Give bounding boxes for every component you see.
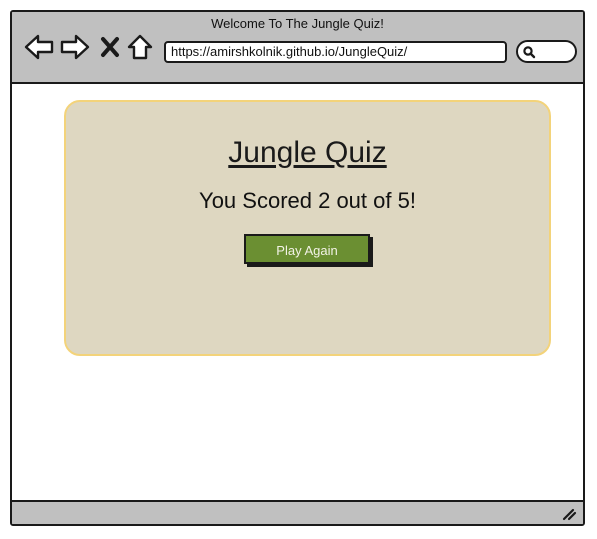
close-icon[interactable] [100, 33, 120, 61]
quiz-result-card: Jungle Quiz You Scored 2 out of 5! Play … [64, 100, 551, 356]
page-title: Jungle Quiz [228, 136, 387, 169]
play-again-button[interactable]: Play Again [244, 234, 370, 264]
url-input[interactable]: https://amirshkolnik.github.io/JungleQui… [164, 41, 507, 63]
search-icon [523, 46, 536, 59]
window-title: Welcome To The Jungle Quiz! [211, 16, 384, 31]
score-text: You Scored 2 out of 5! [199, 188, 416, 213]
browser-toolbar: Welcome To The Jungle Quiz! https://amir… [12, 12, 583, 84]
back-arrow-icon[interactable] [24, 33, 54, 61]
forward-arrow-icon[interactable] [60, 33, 90, 61]
home-icon[interactable] [126, 33, 154, 61]
resize-handle-icon[interactable] [561, 507, 577, 521]
search-input[interactable] [516, 40, 577, 63]
browser-window: Welcome To The Jungle Quiz! https://amir… [10, 10, 585, 526]
status-bar [12, 500, 583, 524]
